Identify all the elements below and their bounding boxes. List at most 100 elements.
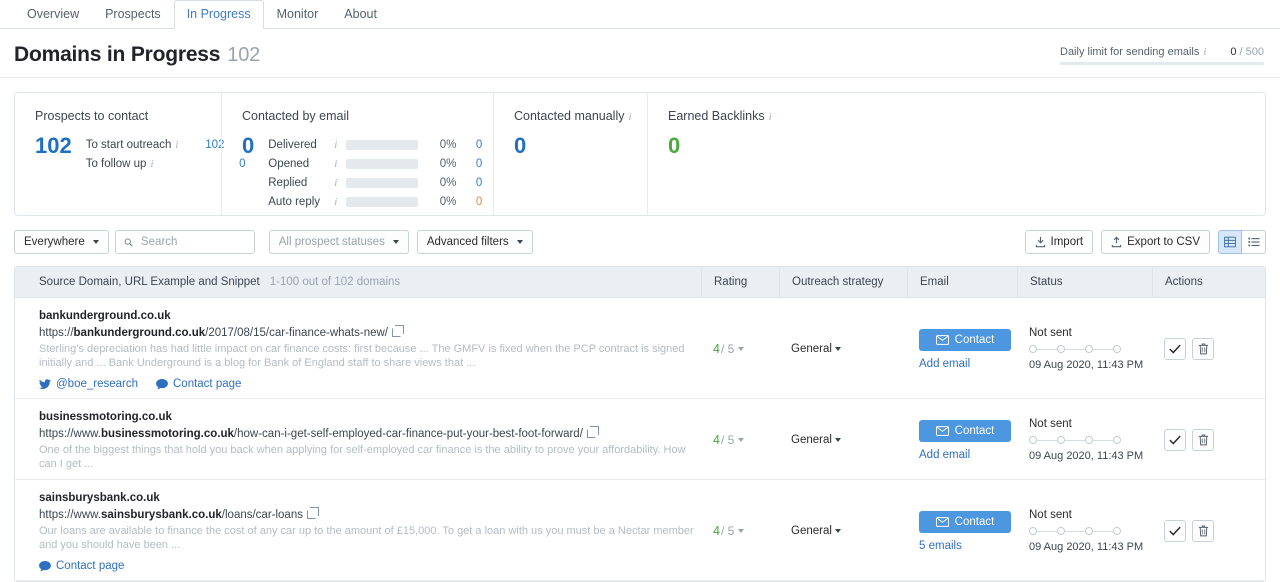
- column-header-email[interactable]: Email: [907, 267, 1017, 297]
- row-strategy[interactable]: General: [791, 434, 901, 446]
- row-status-tracker: [1029, 345, 1146, 353]
- info-icon[interactable]: i: [1203, 46, 1206, 58]
- list-view-toggle[interactable]: [1242, 230, 1266, 254]
- row-status-date: 09 Aug 2020, 11:43 PM: [1029, 541, 1146, 553]
- mark-done-button[interactable]: [1164, 338, 1186, 360]
- row-links: Contact page: [39, 560, 695, 572]
- column-header-domain-label: Source Domain, URL Example and Snippet: [39, 276, 260, 288]
- status-step-line: [1037, 440, 1057, 441]
- column-header-status[interactable]: Status: [1017, 267, 1152, 297]
- status-step-dot[interactable]: [1029, 345, 1037, 353]
- row-rating[interactable]: 4/ 5: [713, 433, 773, 447]
- tab-prospects[interactable]: Prospects: [92, 0, 174, 29]
- search-input[interactable]: [139, 235, 246, 249]
- stat-row-pct: 0%: [430, 196, 456, 208]
- advanced-filters-dropdown[interactable]: Advanced filters: [417, 230, 533, 254]
- row-url-host: businessmotoring.co.uk: [101, 428, 234, 440]
- daily-limit-label: Daily limit for sending emailsi: [1060, 46, 1206, 58]
- status-step-dot[interactable]: [1029, 527, 1037, 535]
- row-rating-cell[interactable]: 4/ 5: [701, 298, 779, 398]
- add-email-link[interactable]: Add email: [919, 449, 1011, 461]
- info-icon[interactable]: i: [334, 177, 337, 189]
- daily-limit-widget: Daily limit for sending emailsi 0 / 500: [1060, 46, 1264, 65]
- status-step-dot[interactable]: [1113, 527, 1121, 535]
- row-rating[interactable]: 4/ 5: [713, 524, 773, 538]
- tab-overview[interactable]: Overview: [14, 0, 92, 29]
- row-strategy-cell[interactable]: General: [779, 298, 907, 398]
- tab-monitor[interactable]: Monitor: [264, 0, 332, 29]
- stat-row-value[interactable]: 0: [456, 196, 482, 208]
- contact-button[interactable]: Contact: [919, 329, 1011, 351]
- row-url[interactable]: https://bankunderground.co.uk/2017/08/15…: [39, 327, 695, 339]
- tab-about[interactable]: About: [331, 0, 390, 29]
- mark-done-button[interactable]: [1164, 520, 1186, 542]
- tab-in-progress[interactable]: In Progress: [174, 0, 264, 29]
- row-contact-page-link[interactable]: Contact page: [39, 560, 124, 572]
- row-url-path: /2017/08/15/car-finance-whats-new/: [205, 327, 388, 339]
- row-rating[interactable]: 4/ 5: [713, 342, 773, 356]
- import-button[interactable]: Import: [1025, 230, 1094, 254]
- row-contact-page-label: Contact page: [56, 560, 124, 572]
- grid-view-toggle[interactable]: [1218, 230, 1242, 254]
- contact-button-label: Contact: [955, 516, 995, 528]
- add-email-link[interactable]: Add email: [919, 358, 1011, 370]
- status-step-dot[interactable]: [1057, 436, 1065, 444]
- column-header-strategy[interactable]: Outreach strategy: [779, 267, 907, 297]
- contact-button[interactable]: Contact: [919, 420, 1011, 442]
- summary-stats-card: Prospects to contact 102 To start outrea…: [14, 92, 1266, 216]
- row-twitter-link[interactable]: @boe_research: [39, 378, 138, 390]
- info-icon[interactable]: i: [628, 111, 631, 123]
- row-status-cell: Not sent 09 Aug 2020, 11:43 PM: [1017, 298, 1152, 398]
- row-contact-page-link[interactable]: Contact page: [156, 378, 241, 390]
- status-step-dot[interactable]: [1085, 345, 1093, 353]
- delete-button[interactable]: [1192, 338, 1214, 360]
- search-box[interactable]: [115, 230, 255, 254]
- row-domain-name[interactable]: bankunderground.co.uk: [39, 310, 695, 322]
- column-header-rating[interactable]: Rating: [701, 267, 779, 297]
- stat-row-value[interactable]: 0: [456, 158, 482, 170]
- status-step-dot[interactable]: [1113, 345, 1121, 353]
- status-step-dot[interactable]: [1029, 436, 1037, 444]
- row-url[interactable]: https://www.sainsburysbank.co.uk/loans/c…: [39, 509, 695, 521]
- row-strategy[interactable]: General: [791, 343, 901, 355]
- export-csv-button[interactable]: Export to CSV: [1101, 230, 1210, 254]
- row-domain-name[interactable]: businessmotoring.co.uk: [39, 411, 695, 423]
- row-domain-name[interactable]: sainsburysbank.co.uk: [39, 492, 695, 504]
- stat-row-value[interactable]: 102: [178, 139, 224, 151]
- stat-row-value[interactable]: 0: [456, 139, 482, 151]
- delete-button[interactable]: [1192, 520, 1214, 542]
- row-url[interactable]: https://www.businessmotoring.co.uk/how-c…: [39, 428, 695, 440]
- info-icon[interactable]: i: [769, 111, 772, 123]
- row-rating-cell[interactable]: 4/ 5: [701, 399, 779, 479]
- external-link-icon[interactable]: [587, 429, 596, 438]
- prospect-status-dropdown[interactable]: All prospect statuses: [269, 230, 409, 254]
- mark-done-button[interactable]: [1164, 429, 1186, 451]
- delete-button[interactable]: [1192, 429, 1214, 451]
- scope-dropdown[interactable]: Everywhere: [14, 230, 109, 254]
- row-rating-cell[interactable]: 4/ 5: [701, 480, 779, 580]
- status-step-dot[interactable]: [1113, 436, 1121, 444]
- emails-link[interactable]: 5 emails: [919, 540, 1011, 552]
- prospects-table: Source Domain, URL Example and Snippet 1…: [14, 266, 1266, 582]
- stat-row-value[interactable]: 0: [456, 177, 482, 189]
- info-icon[interactable]: i: [334, 158, 337, 170]
- external-link-icon[interactable]: [307, 510, 316, 519]
- chevron-down-icon: [738, 347, 744, 351]
- page-title-text: Domains in Progress: [14, 43, 220, 66]
- status-step-dot[interactable]: [1057, 345, 1065, 353]
- status-step-dot[interactable]: [1085, 436, 1093, 444]
- row-domain-cell: bankunderground.co.uk https://bankunderg…: [15, 298, 701, 398]
- status-step-dot[interactable]: [1085, 527, 1093, 535]
- status-step-dot[interactable]: [1057, 527, 1065, 535]
- row-strategy[interactable]: General: [791, 525, 901, 537]
- external-link-icon[interactable]: [392, 328, 401, 337]
- contact-button-label: Contact: [955, 425, 995, 437]
- column-header-domain[interactable]: Source Domain, URL Example and Snippet 1…: [15, 267, 701, 297]
- contact-button[interactable]: Contact: [919, 511, 1011, 533]
- chevron-down-icon: [738, 438, 744, 442]
- row-strategy-cell[interactable]: General: [779, 480, 907, 580]
- row-strategy-cell[interactable]: General: [779, 399, 907, 479]
- info-icon[interactable]: i: [334, 139, 337, 151]
- info-icon[interactable]: i: [334, 196, 337, 208]
- row-links: @boe_research Contact page: [39, 378, 695, 390]
